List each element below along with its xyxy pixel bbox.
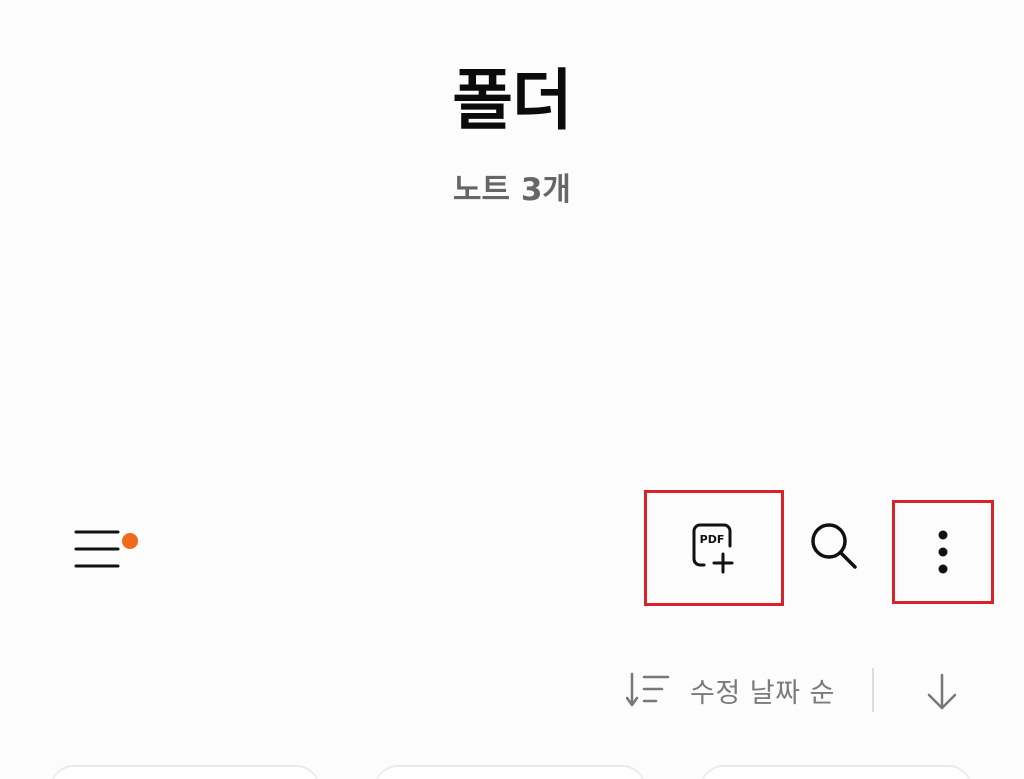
sort-bar: 수정 날짜 순: [0, 650, 1024, 730]
note-count: 노트 3개: [453, 172, 571, 208]
notes-grid: [0, 760, 1024, 779]
page-title: 폴더: [452, 62, 572, 139]
sort-divider: [872, 668, 874, 712]
sort-label: 수정 날짜 순: [690, 677, 835, 709]
sort-lines-icon: [622, 670, 674, 710]
note-card[interactable]: [700, 766, 972, 779]
top-toolbar: PDF: [0, 480, 1024, 610]
search-button[interactable]: [796, 505, 870, 585]
notification-dot: [122, 533, 138, 549]
pdf-add-button[interactable]: PDF: [644, 490, 784, 606]
hamburger-menu-icon: [74, 530, 120, 568]
sort-order-button[interactable]: 수정 날짜 순: [610, 660, 850, 720]
note-preview-thumbnail: [233, 767, 303, 777]
menu-button[interactable]: [64, 512, 144, 582]
note-card[interactable]: [50, 766, 320, 779]
more-options-button[interactable]: [892, 500, 994, 604]
arrow-down-icon: [927, 673, 957, 710]
note-card[interactable]: [374, 766, 646, 779]
search-icon: [811, 523, 857, 569]
svg-text:PDF: PDF: [700, 533, 725, 546]
kebab-icon: [938, 530, 948, 574]
pdf-plus-icon: PDF: [692, 523, 734, 574]
folder-header: 폴더 노트 3개: [0, 0, 1024, 240]
sort-direction-button[interactable]: [914, 664, 970, 720]
